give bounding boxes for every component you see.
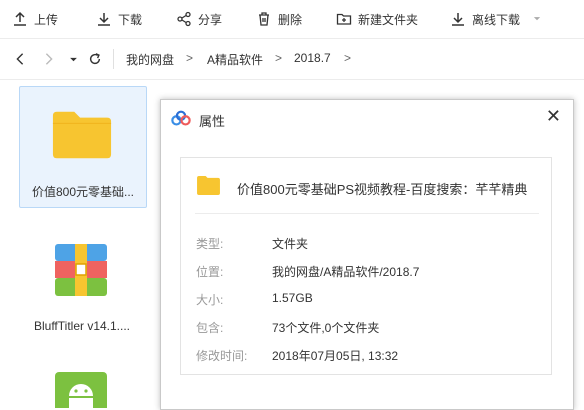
share-label: 分享 bbox=[198, 12, 223, 27]
size-label: 大小: bbox=[196, 293, 224, 307]
modified-time-value: 2018年07月05日, 13:32 bbox=[272, 349, 399, 363]
breadcrumb-separator: > bbox=[186, 51, 194, 65]
offline-download-icon bbox=[452, 13, 464, 26]
divider bbox=[195, 213, 539, 214]
type-label: 类型: bbox=[196, 237, 224, 251]
history-dropdown-icon[interactable] bbox=[64, 50, 82, 68]
contains-label: 包含: bbox=[196, 321, 224, 335]
nav-divider bbox=[0, 79, 584, 80]
download-label: 下载 bbox=[118, 12, 143, 27]
share-icon bbox=[177, 11, 191, 27]
file-name: 价值800元零基础... bbox=[31, 185, 135, 199]
file-name: BluffTitler v14.1.... bbox=[33, 319, 131, 333]
dialog-title: 属性 bbox=[199, 114, 226, 129]
folder-icon bbox=[52, 111, 112, 159]
trash-icon bbox=[259, 12, 269, 26]
contains-value: 73个文件,0个文件夹 bbox=[272, 321, 380, 335]
toolbar: 上传 下载 分享 删除 新建文件夹 离线下载 bbox=[0, 0, 584, 38]
breadcrumb-separator: > bbox=[275, 51, 283, 65]
properties-dialog: 属性 ✕ 价值800元零基础PS视频教程-百度搜索：芊芊精典 类型: 文件夹 位… bbox=[160, 99, 574, 410]
breadcrumb-root[interactable]: 我的网盘 bbox=[126, 51, 174, 68]
file-item-apk[interactable] bbox=[19, 372, 145, 408]
offline-download-button[interactable]: 离线下载 bbox=[450, 0, 548, 38]
share-button[interactable]: 分享 bbox=[176, 0, 222, 38]
new-folder-label: 新建文件夹 bbox=[358, 12, 419, 27]
breadcrumb-separator: > bbox=[344, 51, 352, 65]
caret-down-icon[interactable] bbox=[532, 14, 542, 24]
upload-icon bbox=[14, 11, 26, 26]
file-item-folder[interactable]: 价值800元零基础... bbox=[19, 86, 147, 208]
delete-button[interactable]: 删除 bbox=[256, 0, 302, 38]
properties-panel: 价值800元零基础PS视频教程-百度搜索：芊芊精典 类型: 文件夹 位置: 我的… bbox=[180, 157, 552, 375]
navigation-bar: 我的网盘 > A精品软件 > 2018.7 > bbox=[0, 39, 584, 79]
modified-time-label: 修改时间: bbox=[196, 349, 248, 363]
refresh-icon[interactable] bbox=[86, 50, 104, 68]
offline-download-label: 离线下载 bbox=[472, 12, 521, 27]
size-value: 1.57GB bbox=[272, 291, 313, 305]
baidu-netdisk-logo-icon bbox=[171, 110, 191, 126]
file-item-archive[interactable]: BluffTitler v14.1.... bbox=[19, 232, 145, 342]
upload-label: 上传 bbox=[34, 12, 59, 27]
breadcrumb-level2[interactable]: 2018.7 bbox=[294, 51, 331, 65]
type-value: 文件夹 bbox=[272, 237, 309, 251]
delete-label: 删除 bbox=[278, 12, 303, 27]
close-icon[interactable]: ✕ bbox=[546, 106, 561, 127]
archive-icon bbox=[55, 244, 107, 296]
upload-button[interactable]: 上传 bbox=[12, 0, 58, 38]
folder-icon bbox=[197, 175, 220, 196]
android-apk-icon bbox=[55, 372, 107, 408]
download-icon bbox=[98, 13, 110, 26]
breadcrumb-level1[interactable]: A精品软件 bbox=[207, 51, 263, 68]
forward-icon[interactable] bbox=[40, 50, 58, 68]
download-button[interactable]: 下载 bbox=[96, 0, 142, 38]
back-icon[interactable] bbox=[11, 50, 29, 68]
file-full-name: 价值800元零基础PS视频教程-百度搜索：芊芊精典 bbox=[237, 182, 528, 197]
new-folder-button[interactable]: 新建文件夹 bbox=[336, 0, 418, 38]
new-folder-icon bbox=[336, 13, 352, 25]
nav-separator bbox=[113, 49, 114, 69]
location-value: 我的网盘/A精品软件/2018.7 bbox=[272, 265, 420, 279]
location-label: 位置: bbox=[196, 265, 224, 279]
